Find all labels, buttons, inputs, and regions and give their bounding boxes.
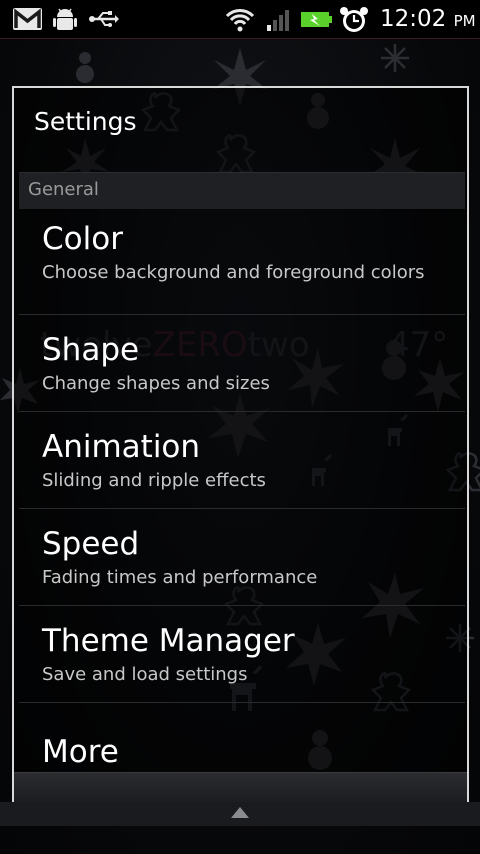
screen: twelveZEROtwo 47°: [0, 0, 480, 854]
pref-animation[interactable]: Animation Sliding and ripple effects: [19, 412, 465, 509]
status-ampm: PM: [453, 12, 476, 30]
drawer-handle-arrow-icon[interactable]: [230, 804, 250, 820]
status-time: 12:02: [380, 6, 447, 32]
status-bar: 12:02 PM: [0, 0, 480, 39]
pref-color[interactable]: Color Choose background and foreground c…: [19, 209, 465, 315]
pref-title: Speed: [42, 526, 140, 562]
pref-shape[interactable]: Shape Change shapes and sizes: [19, 315, 465, 412]
pref-summary: Change shapes and sizes: [42, 373, 270, 394]
pref-title: Shape: [42, 332, 140, 368]
pref-title: Animation: [42, 429, 201, 465]
pref-summary: Save and load settings: [42, 664, 248, 685]
pref-summary: Sliding and ripple effects: [42, 470, 266, 491]
dialog-footer: [14, 772, 467, 802]
alarm-icon: [340, 7, 368, 32]
settings-dialog: Settings General Color Choose background…: [12, 86, 469, 804]
settings-title: Settings: [34, 107, 137, 136]
pref-summary: Choose background and foreground colors: [42, 262, 425, 283]
usb-icon: [89, 11, 119, 27]
signal-icon: [267, 10, 289, 31]
android-debug-icon: [53, 8, 77, 30]
category-label: General: [28, 179, 99, 200]
battery-charging-icon: [301, 12, 332, 27]
pref-more[interactable]: More: [19, 703, 465, 772]
pref-title: More: [42, 734, 119, 770]
pref-title: Theme Manager: [42, 623, 295, 659]
pref-speed[interactable]: Speed Fading times and performance: [19, 509, 465, 606]
status-clock: 12:02 PM: [380, 4, 476, 36]
wifi-icon: [225, 9, 255, 32]
pref-title: Color: [42, 221, 123, 257]
pref-theme-manager[interactable]: Theme Manager Save and load settings: [19, 606, 465, 703]
gmail-icon: [13, 8, 42, 30]
pref-summary: Fading times and performance: [42, 567, 318, 588]
category-header-general: General: [19, 172, 465, 209]
